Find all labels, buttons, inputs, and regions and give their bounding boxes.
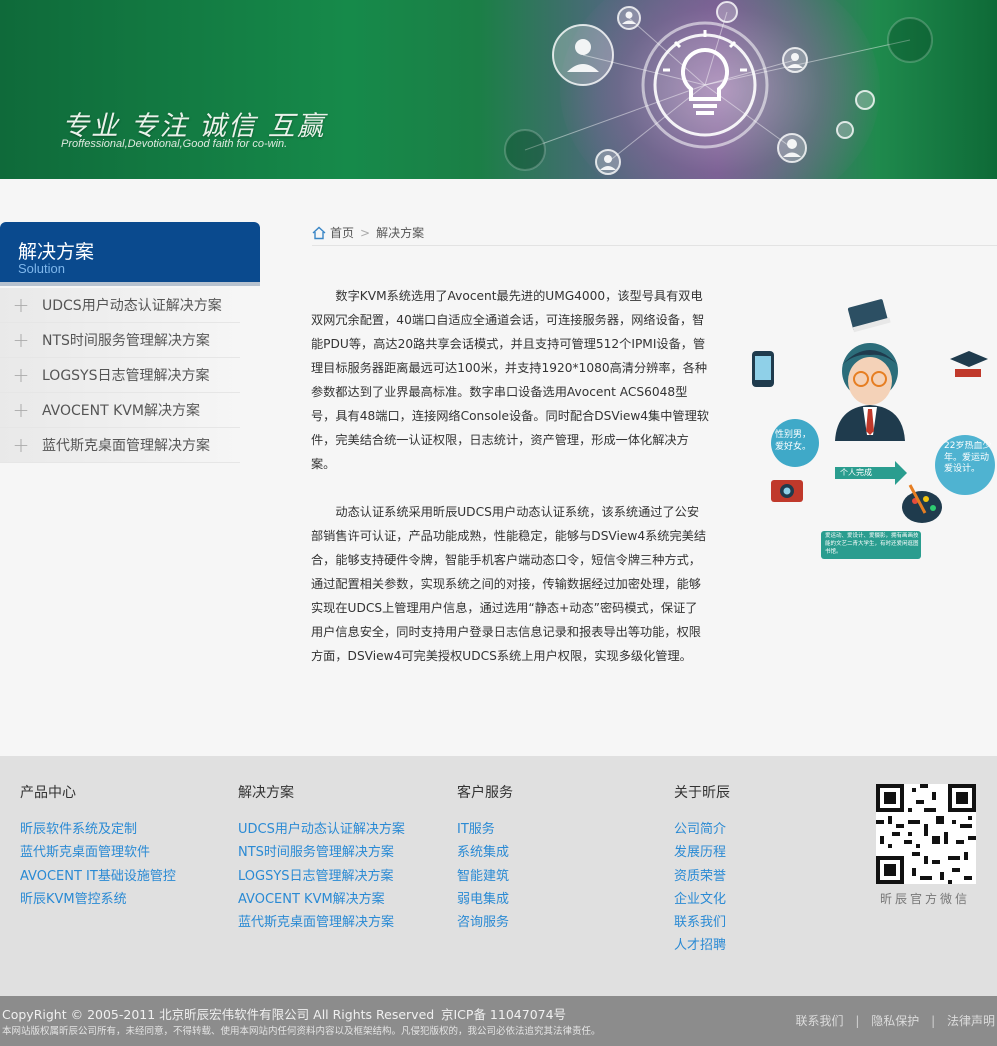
footer-link[interactable]: 发展历程 <box>674 841 730 864</box>
sidebar-item-nts[interactable]: + NTS时间服务管理解决方案 <box>0 323 240 358</box>
icp-text: 京ICP备 11047074号 <box>441 1007 567 1022</box>
footer-heading: 关于昕辰 <box>674 785 730 801</box>
hero-banner: 专业 专注 诚信 互赢 Proffessional,Devotional,Goo… <box>0 0 997 179</box>
bubble-right-text: 22岁热血少年。爱运动爱设计。 <box>944 441 992 474</box>
footer-heading: 客户服务 <box>457 785 513 801</box>
footer-column-about: 关于昕辰 公司简介 发展历程 资质荣誉 企业文化 联系我们 人才招聘 <box>674 782 730 958</box>
plus-icon: + <box>12 433 30 457</box>
breadcrumb-home-link[interactable]: 首页 <box>330 224 354 241</box>
footer-link[interactable]: 智能建筑 <box>457 865 513 888</box>
footer-link[interactable]: 公司简介 <box>674 818 730 841</box>
avatar-icon <box>835 343 905 441</box>
bubble-left: 性别男，爱好女。 <box>771 419 819 467</box>
link-separator: | <box>931 1014 936 1028</box>
sidebar-item-udcs[interactable]: + UDCS用户动态认证解决方案 <box>0 288 240 323</box>
plus-icon: + <box>12 328 30 352</box>
book-icon <box>847 299 891 333</box>
sidebar-item-landesk[interactable]: + 蓝代斯克桌面管理解决方案 <box>0 428 240 463</box>
home-icon <box>312 226 326 239</box>
arrow-label-text: 个人完成 <box>840 468 872 477</box>
footer-link[interactable]: 蓝代斯克桌面管理软件 <box>20 841 176 864</box>
bubble-right: 22岁热血少年。爱运动爱设计。 <box>935 435 995 495</box>
article-paragraph: 数字KVM系统选用了Avocent最先进的UMG4000，该型号具有双电双网冗余… <box>311 289 709 471</box>
footer-link[interactable]: 咨询服务 <box>457 911 513 934</box>
sidebar-header: 解决方案 Solution <box>0 222 260 286</box>
copyright-text: CopyRight © 2005-2011 北京昕辰宏伟软件有限公司 All R… <box>2 1007 435 1022</box>
footer-link[interactable]: 昕辰软件系统及定制 <box>20 818 176 841</box>
footer-link[interactable]: 人才招聘 <box>674 934 730 957</box>
banner-network-graphic <box>504 1 933 175</box>
sidebar-item-label: NTS时间服务管理解决方案 <box>42 333 210 349</box>
contact-us-link[interactable]: 联系我们 <box>796 1014 844 1028</box>
copyright-bar: CopyRight © 2005-2011 北京昕辰宏伟软件有限公司 All R… <box>0 996 997 1046</box>
sidebar-item-label: LOGSYS日志管理解决方案 <box>42 368 210 384</box>
wechat-qr-code <box>876 784 976 884</box>
bubble-left-text: 性别男，爱好女。 <box>775 430 812 452</box>
article-body: 数字KVM系统选用了Avocent最先进的UMG4000，该型号具有双电双网冗余… <box>311 284 709 668</box>
sidebar-subtitle: Solution <box>18 261 65 276</box>
footer-link[interactable]: LOGSYS日志管理解决方案 <box>238 865 405 888</box>
footer-link[interactable]: 企业文化 <box>674 888 730 911</box>
footer-link[interactable]: NTS时间服务管理解决方案 <box>238 841 405 864</box>
footer-link[interactable]: 资质荣誉 <box>674 865 730 888</box>
bottom-note-text: 爱运动、爱设计、爱摄影，拥有画画技能的文艺二青大学生，有时还爱闲逛图书馆。 <box>825 533 919 555</box>
footer-link[interactable]: 系统集成 <box>457 841 513 864</box>
banner-subtitle: Proffessional,Devotional,Good faith for … <box>61 138 288 150</box>
footer-link[interactable]: AVOCENT KVM解决方案 <box>238 888 405 911</box>
footer-link[interactable]: 昕辰KVM管控系统 <box>20 888 176 911</box>
breadcrumb-separator: > <box>360 225 371 240</box>
footer: 产品中心 昕辰软件系统及定制 蓝代斯克桌面管理软件 AVOCENT IT基础设施… <box>0 756 997 996</box>
breadcrumb: 首页 > 解决方案 <box>312 220 997 246</box>
footer-column-solutions: 解决方案 UDCS用户动态认证解决方案 NTS时间服务管理解决方案 LOGSYS… <box>238 782 405 934</box>
sidebar-item-avocent-kvm[interactable]: + AVOCENT KVM解决方案 <box>0 393 240 428</box>
palette-icon <box>902 484 942 523</box>
footer-link[interactable]: AVOCENT IT基础设施管控 <box>20 865 176 888</box>
sidebar-item-label: AVOCENT KVM解决方案 <box>42 403 200 419</box>
phone-icon <box>752 351 774 387</box>
profile-illustration: 性别男，爱好女。 22岁热血少年。爱运动爱设计。 个人完成 爱运动、爱设计、爱摄… <box>752 299 995 559</box>
footer-heading: 解决方案 <box>238 785 294 801</box>
plus-icon: + <box>12 293 30 317</box>
breadcrumb-current: 解决方案 <box>376 226 425 240</box>
legal-link[interactable]: 法律声明 <box>947 1014 995 1028</box>
footer-link[interactable]: IT服务 <box>457 818 513 841</box>
footer-link[interactable]: 弱电集成 <box>457 888 513 911</box>
sidebar-item-logsys[interactable]: + LOGSYS日志管理解决方案 <box>0 358 240 393</box>
footer-column-products: 产品中心 昕辰软件系统及定制 蓝代斯克桌面管理软件 AVOCENT IT基础设施… <box>20 782 176 911</box>
copyright-notice: 本网站版权属昕辰公司所有，未经同意，不得转载、使用本网站内任何资料内容以及框架结… <box>2 1026 601 1037</box>
qr-caption: 昕辰官方微信 <box>880 892 971 906</box>
sidebar-menu: + UDCS用户动态认证解决方案 + NTS时间服务管理解决方案 + LOGSY… <box>0 288 240 463</box>
sidebar-item-label: UDCS用户动态认证解决方案 <box>42 298 222 314</box>
arrow-label: 个人完成 <box>835 461 907 485</box>
bottom-links: 联系我们 | 隐私保护 | 法律声明 <box>796 1012 995 1029</box>
footer-heading: 产品中心 <box>20 785 76 801</box>
plus-icon: + <box>12 398 30 422</box>
plus-icon: + <box>12 363 30 387</box>
bottom-note: 爱运动、爱设计、爱摄影，拥有画画技能的文艺二青大学生，有时还爱闲逛图书馆。 <box>821 531 921 559</box>
sidebar-title: 解决方案 <box>18 241 95 263</box>
footer-column-services: 客户服务 IT服务 系统集成 智能建筑 弱电集成 咨询服务 <box>457 782 513 934</box>
footer-link[interactable]: 联系我们 <box>674 911 730 934</box>
privacy-link[interactable]: 隐私保护 <box>871 1014 919 1028</box>
footer-link[interactable]: 蓝代斯克桌面管理解决方案 <box>238 911 405 934</box>
article-paragraph: 动态认证系统采用昕辰UDCS用户动态认证系统，该系统通过了公安部销售许可认证，产… <box>311 505 707 663</box>
link-separator: | <box>855 1014 860 1028</box>
camera-icon <box>771 480 803 502</box>
sidebar-item-label: 蓝代斯克桌面管理解决方案 <box>42 438 210 454</box>
footer-link[interactable]: UDCS用户动态认证解决方案 <box>238 818 405 841</box>
graduation-cap-icon <box>950 351 988 377</box>
